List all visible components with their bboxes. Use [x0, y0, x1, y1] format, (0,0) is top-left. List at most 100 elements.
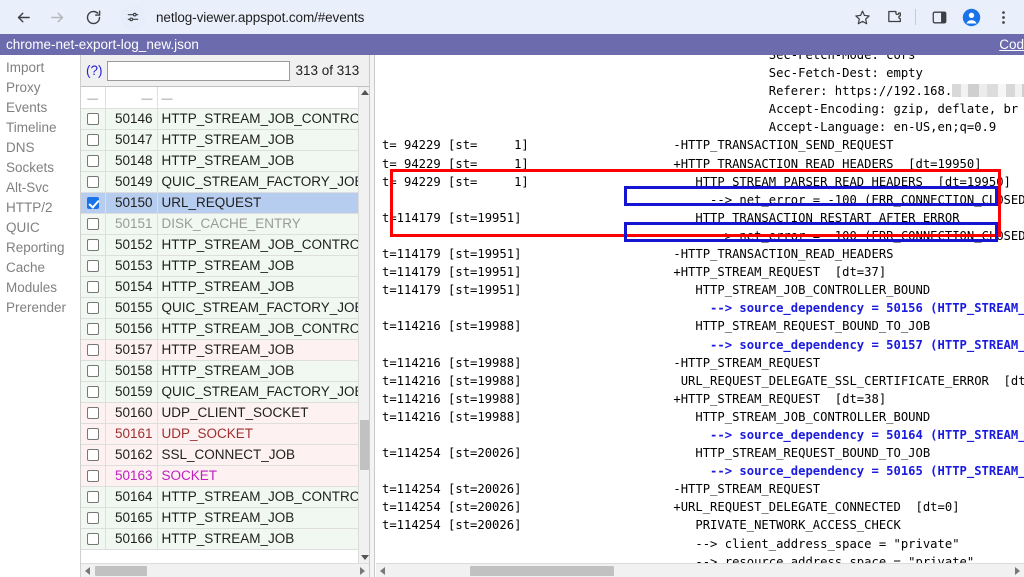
- sidebar-item-prerender[interactable]: Prerender: [0, 298, 80, 318]
- row-checkbox-cell[interactable]: [81, 402, 106, 424]
- row-checkbox[interactable]: [86, 113, 99, 126]
- table-row[interactable]: 50148 HTTP_STREAM_JOB: [81, 150, 358, 172]
- row-checkbox[interactable]: [86, 365, 99, 378]
- events-filter-input[interactable]: [106, 60, 290, 81]
- reload-icon[interactable]: [78, 2, 108, 32]
- log-scroll-left-arrow-icon[interactable]: [376, 564, 389, 577]
- log-horizontal-scrollbar[interactable]: [376, 563, 1024, 577]
- header-type-cell[interactable]: —: [157, 87, 358, 109]
- log-line-body[interactable]: --> source_dependency = 50156 (HTTP_STRE…: [600, 301, 1024, 315]
- row-checkbox[interactable]: [86, 386, 99, 399]
- sidebar-item-http-2[interactable]: HTTP/2: [0, 198, 80, 218]
- events-table-scroll-area[interactable]: — — — 50146 HTTP_STREAM_JOB_CONTROLL 50147…: [81, 87, 369, 577]
- row-checkbox[interactable]: [86, 239, 99, 252]
- table-row[interactable]: 50155 QUIC_STREAM_FACTORY_JOB: [81, 297, 358, 319]
- sidebar-item-cache[interactable]: Cache: [0, 258, 80, 278]
- row-checkbox[interactable]: [86, 155, 99, 168]
- table-row[interactable]: 50146 HTTP_STREAM_JOB_CONTROLL: [81, 108, 358, 130]
- extensions-puzzle-icon[interactable]: [879, 2, 909, 32]
- tune-icon[interactable]: [120, 4, 146, 30]
- row-checkbox[interactable]: [86, 218, 99, 231]
- table-row[interactable]: 50156 HTTP_STREAM_JOB_CONTROLL: [81, 318, 358, 340]
- row-checkbox-cell[interactable]: [81, 381, 106, 403]
- table-row[interactable]: 50158 HTTP_STREAM_JOB: [81, 360, 358, 382]
- row-checkbox-cell[interactable]: [81, 297, 106, 319]
- log-line-body[interactable]: --> source_dependency = 50157 (HTTP_STRE…: [600, 338, 1024, 352]
- log-line-body[interactable]: --> source_dependency = 50165 (HTTP_STRE…: [600, 464, 1024, 478]
- log-line-body[interactable]: --> source_dependency = 50164 (HTTP_STRE…: [600, 428, 1024, 442]
- scroll-down-arrow-icon[interactable]: [359, 552, 369, 563]
- row-checkbox[interactable]: [86, 533, 99, 546]
- back-arrow-icon[interactable]: [8, 2, 38, 32]
- address-bar-url[interactable]: netlog-viewer.appspot.com/#events: [156, 10, 364, 25]
- sidebar-item-sockets[interactable]: Sockets: [0, 158, 80, 178]
- side-panel-icon[interactable]: [924, 2, 954, 32]
- table-row[interactable]: 50163 SOCKET: [81, 465, 358, 487]
- table-row[interactable]: 50157 HTTP_STREAM_JOB: [81, 339, 358, 361]
- row-checkbox-cell[interactable]: [81, 528, 106, 550]
- row-checkbox[interactable]: [86, 407, 99, 420]
- row-checkbox[interactable]: [86, 323, 99, 336]
- sidebar-item-dns[interactable]: DNS: [0, 138, 80, 158]
- row-checkbox[interactable]: [86, 491, 99, 504]
- table-row[interactable]: 50160 UDP_CLIENT_SOCKET: [81, 402, 358, 424]
- scroll-right-arrow-icon[interactable]: [356, 564, 369, 577]
- three-dot-menu-icon[interactable]: [988, 2, 1018, 32]
- log-scroll-right-arrow-icon[interactable]: [1011, 564, 1024, 577]
- events-horizontal-scrollbar[interactable]: [81, 563, 369, 577]
- table-row[interactable]: 50152 HTTP_STREAM_JOB_CONTROLL: [81, 234, 358, 256]
- row-checkbox-cell[interactable]: [81, 108, 106, 130]
- row-checkbox-cell[interactable]: [81, 444, 106, 466]
- row-checkbox[interactable]: [86, 512, 99, 525]
- sidebar-item-events[interactable]: Events: [0, 98, 80, 118]
- table-row[interactable]: 50154 HTTP_STREAM_JOB: [81, 276, 358, 298]
- filter-help-link[interactable]: (?): [86, 63, 103, 78]
- row-checkbox-cell[interactable]: [81, 486, 106, 508]
- row-checkbox[interactable]: [86, 344, 99, 357]
- row-checkbox[interactable]: [86, 428, 99, 441]
- header-id-cell[interactable]: —: [105, 87, 158, 109]
- table-row[interactable]: 50165 HTTP_STREAM_JOB: [81, 507, 358, 529]
- sidebar-item-modules[interactable]: Modules: [0, 278, 80, 298]
- scroll-up-arrow-icon[interactable]: [359, 87, 369, 98]
- row-checkbox[interactable]: [86, 176, 99, 189]
- row-checkbox[interactable]: [86, 197, 99, 210]
- events-horizontal-scroll-thumb[interactable]: [95, 566, 147, 576]
- row-checkbox-cell[interactable]: [81, 423, 106, 445]
- row-checkbox[interactable]: [86, 470, 99, 483]
- row-checkbox-cell[interactable]: [81, 507, 106, 529]
- row-checkbox-cell[interactable]: [81, 234, 106, 256]
- code-search-link[interactable]: Cod: [999, 37, 1024, 52]
- sidebar-item-proxy[interactable]: Proxy: [0, 78, 80, 98]
- row-checkbox-cell[interactable]: [81, 150, 106, 172]
- sidebar-item-alt-svc[interactable]: Alt-Svc: [0, 178, 80, 198]
- sidebar-item-timeline[interactable]: Timeline: [0, 118, 80, 138]
- scroll-left-arrow-icon[interactable]: [81, 564, 94, 577]
- address-bar[interactable]: netlog-viewer.appspot.com/#events: [118, 4, 845, 30]
- table-row[interactable]: 50151 DISK_CACHE_ENTRY: [81, 213, 358, 235]
- row-checkbox[interactable]: [86, 449, 99, 462]
- star-icon[interactable]: [847, 2, 877, 32]
- pane-splitter[interactable]: [369, 55, 375, 577]
- table-row[interactable]: 50166 HTTP_STREAM_JOB: [81, 528, 358, 550]
- table-row[interactable]: 50150 URL_REQUEST: [81, 192, 358, 214]
- row-checkbox[interactable]: [86, 260, 99, 273]
- row-checkbox-cell[interactable]: [81, 465, 106, 487]
- row-checkbox[interactable]: [86, 302, 99, 315]
- table-row[interactable]: 50161 UDP_SOCKET: [81, 423, 358, 445]
- row-checkbox-cell[interactable]: [81, 213, 106, 235]
- table-row[interactable]: 50162 SSL_CONNECT_JOB: [81, 444, 358, 466]
- table-row[interactable]: 50153 HTTP_STREAM_JOB: [81, 255, 358, 277]
- row-checkbox-cell[interactable]: [81, 339, 106, 361]
- row-checkbox-cell[interactable]: [81, 255, 106, 277]
- log-horizontal-scroll-thumb[interactable]: [470, 566, 614, 576]
- row-checkbox-cell[interactable]: [81, 318, 106, 340]
- table-row[interactable]: 50159 QUIC_STREAM_FACTORY_JOB: [81, 381, 358, 403]
- row-checkbox-cell[interactable]: [81, 276, 106, 298]
- row-checkbox-cell[interactable]: [81, 360, 106, 382]
- row-checkbox[interactable]: [86, 134, 99, 147]
- table-row[interactable]: 50149 QUIC_STREAM_FACTORY_JOB: [81, 171, 358, 193]
- sidebar-item-import[interactable]: Import: [0, 58, 80, 78]
- row-checkbox-cell[interactable]: [81, 129, 106, 151]
- sidebar-item-reporting[interactable]: Reporting: [0, 238, 80, 258]
